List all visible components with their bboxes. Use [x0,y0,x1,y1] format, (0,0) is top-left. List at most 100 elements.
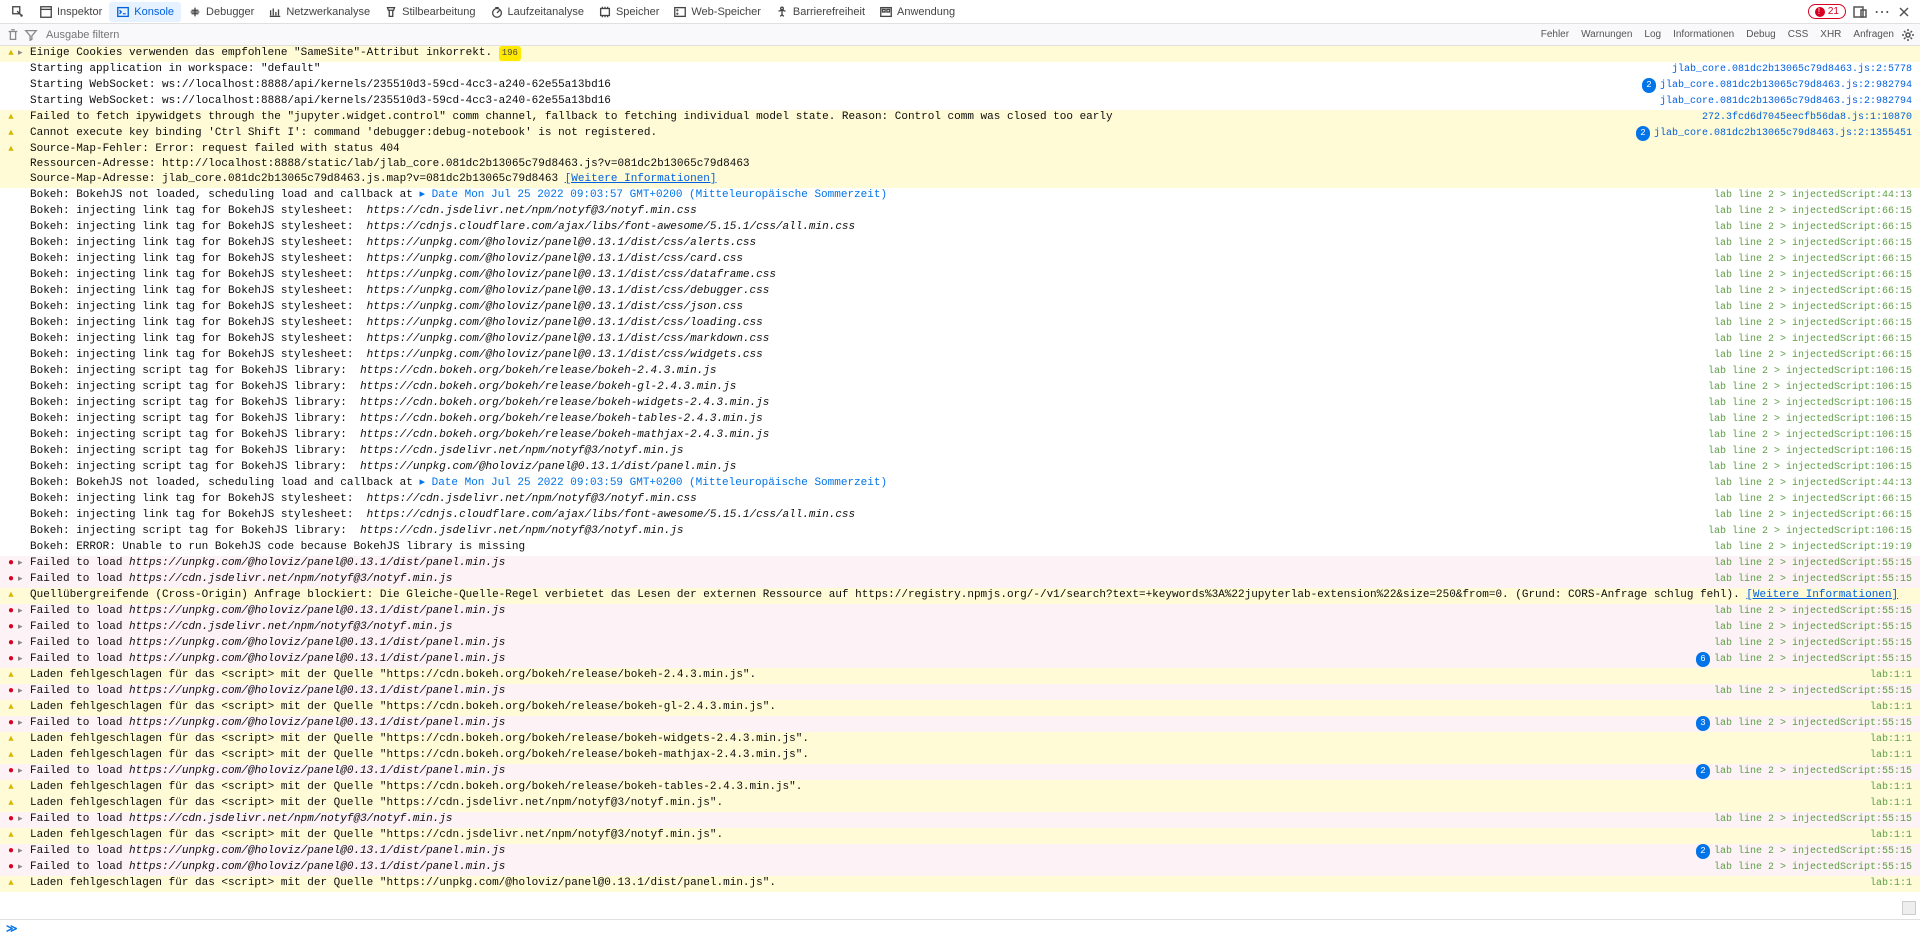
source-location[interactable]: lab line 2 > injectedScript:106:15 [1708,366,1912,377]
source-location[interactable]: lab:1:1 [1870,798,1912,809]
tab-barrier[interactable]: Barrierefreiheit [768,2,872,22]
more-icon[interactable] [1874,4,1890,20]
console-row[interactable]: Bokeh: injecting script tag for BokehJS … [0,364,1920,380]
filter-btn-anfragen[interactable]: Anfragen [1847,27,1900,42]
console-row[interactable]: Failed to load https://unpkg.com/@holovi… [0,604,1920,620]
console-row[interactable]: Failed to fetch ipywidgets through the "… [0,110,1920,126]
source-location[interactable]: lab line 2 > injectedScript:55:15 [1714,686,1912,697]
console-row[interactable]: Bokeh: injecting link tag for BokehJS st… [0,332,1920,348]
source-location[interactable]: lab:1:1 [1870,670,1912,681]
filter-btn-log[interactable]: Log [1638,27,1667,42]
console-row[interactable]: Failed to load https://unpkg.com/@holovi… [0,684,1920,700]
source-location[interactable]: jlab_core.081dc2b13065c79d8463.js:2:9827… [1660,96,1912,107]
source-location[interactable]: lab line 2 > injectedScript:66:15 [1714,286,1912,297]
console-row[interactable]: Bokeh: injecting script tag for BokehJS … [0,524,1920,540]
filter-btn-fehler[interactable]: Fehler [1535,27,1575,42]
source-location[interactable]: lab line 2 > injectedScript:55:15 [1714,622,1912,633]
console-row[interactable]: Laden fehlgeschlagen für das <script> mi… [0,780,1920,796]
console-row[interactable]: Starting WebSocket: ws://localhost:8888/… [0,94,1920,110]
expand-arrow[interactable] [18,716,28,731]
close-icon[interactable] [1896,4,1912,20]
filter-input[interactable] [42,27,242,43]
console-row[interactable]: Starting application in workspace: "defa… [0,62,1920,78]
expand-arrow[interactable] [18,620,28,635]
console-row[interactable]: Laden fehlgeschlagen für das <script> mi… [0,748,1920,764]
console-row[interactable]: Bokeh: injecting link tag for BokehJS st… [0,348,1920,364]
console-row[interactable]: Bokeh: injecting script tag for BokehJS … [0,380,1920,396]
console-row[interactable]: Bokeh: injecting link tag for BokehJS st… [0,284,1920,300]
console-row[interactable]: Bokeh: injecting link tag for BokehJS st… [0,252,1920,268]
expand-arrow[interactable] [18,860,28,875]
source-location[interactable]: lab:1:1 [1870,782,1912,793]
more-info-link[interactable]: [Weitere Informationen] [565,173,717,185]
source-location[interactable]: lab line 2 > injectedScript:66:15 [1714,350,1912,361]
source-location[interactable]: lab:1:1 [1870,830,1912,841]
console-row[interactable]: Einige Cookies verwenden das empfohlene … [0,46,1920,62]
source-location[interactable]: lab line 2 > injectedScript:66:15 [1714,494,1912,505]
source-location[interactable]: lab line 2 > injectedScript:66:15 [1714,510,1912,521]
source-location[interactable]: lab line 2 > injectedScript:55:15 [1714,814,1912,825]
console-row[interactable]: Bokeh: injecting link tag for BokehJS st… [0,492,1920,508]
source-location[interactable]: lab line 2 > injectedScript:66:15 [1714,302,1912,313]
tab-inspector[interactable]: Inspektor [32,2,109,22]
console-row[interactable]: Failed to load https://unpkg.com/@holovi… [0,716,1920,732]
console-row[interactable]: Bokeh: ERROR: Unable to run BokehJS code… [0,540,1920,556]
console-row[interactable]: Failed to load https://unpkg.com/@holovi… [0,556,1920,572]
console-row[interactable]: Failed to load https://cdn.jsdelivr.net/… [0,812,1920,828]
source-location[interactable]: jlab_core.081dc2b13065c79d8463.js:2:5778 [1672,64,1912,75]
tab-pick[interactable] [4,2,32,22]
expand-arrow[interactable] [18,572,28,587]
source-location[interactable]: lab line 2 > injectedScript:106:15 [1708,430,1912,441]
source-location[interactable]: lab line 2 > injectedScript:106:15 [1708,462,1912,473]
source-location[interactable]: lab line 2 > injectedScript:44:13 [1714,190,1912,201]
console-row[interactable]: Laden fehlgeschlagen für das <script> mi… [0,828,1920,844]
console-row[interactable]: Failed to load https://unpkg.com/@holovi… [0,764,1920,780]
console-row[interactable]: Bokeh: injecting script tag for BokehJS … [0,460,1920,476]
console-row[interactable]: Laden fehlgeschlagen für das <script> mi… [0,668,1920,684]
console-row[interactable]: Laden fehlgeschlagen für das <script> mi… [0,700,1920,716]
source-location[interactable]: lab line 2 > injectedScript:44:13 [1714,478,1912,489]
tab-stil[interactable]: Stilbearbeitung [377,2,482,22]
source-location[interactable]: lab line 2 > injectedScript:106:15 [1708,526,1912,537]
console-row[interactable]: Bokeh: injecting link tag for BokehJS st… [0,300,1920,316]
source-location[interactable]: lab line 2 > injectedScript:19:19 [1714,542,1912,553]
console-row[interactable]: Bokeh: BokehJS not loaded, scheduling lo… [0,188,1920,204]
filter-btn-css[interactable]: CSS [1782,27,1815,42]
console-row[interactable]: Bokeh: injecting link tag for BokehJS st… [0,236,1920,252]
source-location[interactable]: lab line 2 > injectedScript:55:15 [1714,574,1912,585]
tab-speicher[interactable]: Speicher [591,2,666,22]
console-row[interactable]: Bokeh: injecting link tag for BokehJS st… [0,268,1920,284]
settings-icon[interactable] [1900,27,1916,43]
expand-arrow[interactable] [18,652,28,667]
tab-netz[interactable]: Netzwerkanalyse [261,2,377,22]
source-location[interactable]: lab line 2 > injectedScript:66:15 [1714,222,1912,233]
console-row[interactable]: Failed to load https://unpkg.com/@holovi… [0,860,1920,876]
console-row[interactable]: Bokeh: BokehJS not loaded, scheduling lo… [0,476,1920,492]
expand-arrow[interactable] [18,764,28,779]
source-location[interactable]: lab line 2 > injectedScript:106:15 [1708,382,1912,393]
source-location[interactable]: lab line 2 > injectedScript:66:15 [1714,318,1912,329]
source-location[interactable]: lab line 2 > injectedScript:106:15 [1708,414,1912,425]
console-row[interactable]: Bokeh: injecting script tag for BokehJS … [0,444,1920,460]
console-row[interactable]: Bokeh: injecting link tag for BokehJS st… [0,316,1920,332]
console-row[interactable]: Source-Map-Fehler: Error: request failed… [0,142,1920,188]
source-location[interactable]: lab line 2 > injectedScript:66:15 [1714,334,1912,345]
console-row[interactable]: Laden fehlgeschlagen für das <script> mi… [0,796,1920,812]
source-location[interactable]: lab line 2 > injectedScript:106:15 [1708,446,1912,457]
source-location[interactable]: lab line 2 > injectedScript:66:15 [1714,270,1912,281]
console-row[interactable]: Failed to load https://cdn.jsdelivr.net/… [0,620,1920,636]
source-location[interactable]: lab line 2 > injectedScript:66:15 [1714,238,1912,249]
expand-arrow[interactable] [18,684,28,699]
source-location[interactable]: lab line 2 > injectedScript:66:15 [1714,254,1912,265]
source-location[interactable]: lab:1:1 [1870,734,1912,745]
console-prompt[interactable] [0,919,1920,937]
tab-web[interactable]: Web-Speicher [666,2,768,22]
expand-arrow[interactable] [18,556,28,571]
console-row[interactable]: Starting WebSocket: ws://localhost:8888/… [0,78,1920,94]
filter-btn-informationen[interactable]: Informationen [1667,27,1740,42]
source-location[interactable]: 272.3fcd6d7045eecfb56da8.js:1:10870 [1702,112,1912,123]
console-row[interactable]: Bokeh: injecting link tag for BokehJS st… [0,220,1920,236]
source-location[interactable]: lab:1:1 [1870,702,1912,713]
responsive-icon[interactable] [1852,4,1868,20]
filter-btn-warnungen[interactable]: Warnungen [1575,27,1638,42]
